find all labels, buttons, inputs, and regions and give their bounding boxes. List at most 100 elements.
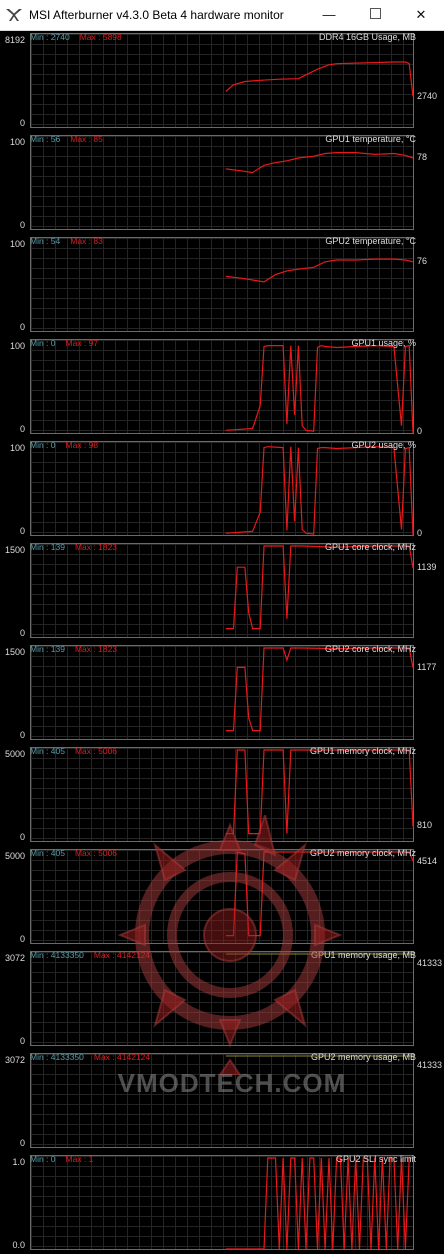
min-max-readout: Min : 0 Max : 97: [30, 338, 98, 348]
current-value: 4514: [417, 856, 438, 866]
min-value: Min : 2740: [30, 32, 70, 42]
min-value: Min : 405: [30, 746, 65, 756]
min-value: Min : 56: [30, 134, 61, 144]
min-value: Min : 405: [30, 848, 65, 858]
max-value: Max : 5006: [74, 746, 118, 756]
max-value: Max : 4142124: [93, 950, 151, 960]
graph-series: [225, 1157, 413, 1250]
min-value: Min : 4133350: [30, 950, 84, 960]
graph-series: [225, 152, 414, 174]
y-axis-min-label: 0: [19, 832, 25, 842]
y-axis-max-label: 1500: [4, 647, 25, 657]
min-value: Min : 139: [30, 542, 65, 552]
current-value: 2740: [417, 90, 438, 101]
monitor-graph-panel[interactable]: 3072 0 Min : 4133350 Max : 4142124 GPU1 m…: [0, 948, 444, 1050]
y-axis-max-label: 3072: [4, 953, 25, 963]
max-value: Max : 83: [70, 236, 103, 246]
graph-series: [225, 851, 414, 937]
current-value: 0: [417, 426, 423, 436]
series-line: [225, 446, 414, 536]
minimize-button[interactable]: —: [306, 0, 352, 30]
min-max-readout: Min : 405 Max : 5006: [30, 746, 117, 756]
min-max-readout: Min : 0 Max : 1: [30, 1154, 93, 1164]
min-max-readout: Min : 2740 Max : 5898: [30, 32, 122, 42]
close-button[interactable]: ✕: [398, 0, 444, 30]
y-axis-min-label: 0: [19, 220, 25, 230]
min-max-readout: Min : 54 Max : 83: [30, 236, 103, 246]
graph-title: GPU1 memory clock, MHz: [309, 746, 416, 756]
series-line: [225, 647, 414, 732]
monitor-graph-panel[interactable]: 5000 0 Min : 405 Max : 5006 GPU2 memory c…: [0, 846, 444, 948]
y-axis-max-label: 100: [9, 137, 25, 147]
monitor-graph-panel[interactable]: 3072 0 Min : 4133350 Max : 4142124 GPU2 m…: [0, 1050, 444, 1152]
graph-title: DDR4 16GB Usage, MB: [318, 32, 416, 42]
series-line: [225, 344, 414, 434]
graph-title: GPU1 core clock, MHz: [324, 542, 416, 552]
current-value: 76: [417, 255, 428, 266]
graph-series: [225, 647, 414, 732]
min-max-readout: Min : 4133350 Max : 4142124: [30, 1052, 150, 1062]
y-axis-max-label: 3072: [4, 1055, 25, 1065]
min-max-readout: Min : 0 Max : 98: [30, 440, 98, 450]
y-axis-min-label: 0: [19, 1036, 25, 1046]
y-axis-max-label: 1500: [4, 545, 25, 555]
graph-title: GPU2 core clock, MHz: [324, 644, 416, 654]
current-value: 41333: [417, 958, 443, 968]
y-axis-max-label: 100: [9, 239, 25, 249]
min-max-readout: Min : 4133350 Max : 4142124: [30, 950, 150, 960]
monitor-graph-panel[interactable]: 1500 0 Min : 139 Max : 1823 GPU2 core clo…: [0, 642, 444, 744]
monitor-graph-panel[interactable]: 8192 0 Min : 2740 Max : 5898 DDR4 16GB Us…: [0, 30, 444, 132]
min-value: Min : 4133350: [30, 1052, 84, 1062]
monitor-graph-panel[interactable]: 5000 0 Min : 405 Max : 5006 GPU1 memory c…: [0, 744, 444, 846]
monitor-graph-panel[interactable]: 100 0 Min : 56 Max : 85 GPU1 temperature,…: [0, 132, 444, 234]
y-axis-max-label: 100: [9, 443, 25, 453]
y-axis-min-label: 0: [19, 934, 25, 944]
y-axis-min-label: 0: [19, 118, 25, 128]
min-value: Min : 0: [30, 338, 56, 348]
y-axis-min-label: 0: [19, 730, 25, 740]
max-value: Max : 1: [65, 1154, 94, 1164]
graph-series: [225, 953, 413, 955]
y-axis-min-label: 0: [19, 424, 25, 434]
current-value: 1177: [417, 661, 437, 672]
maximize-icon: [369, 8, 381, 19]
monitor-graph-panel[interactable]: 100 0 Min : 0 Max : 98 GPU2 usage, % 0: [0, 438, 444, 540]
monitor-graph-panel[interactable]: 100 0 Min : 54 Max : 83 GPU2 temperature,…: [0, 234, 444, 336]
y-axis-max-label: 5000: [4, 749, 25, 759]
maximize-button[interactable]: [352, 0, 398, 30]
max-value: Max : 98: [65, 440, 99, 450]
max-value: Max : 1823: [74, 542, 118, 552]
current-value: 41333: [417, 1060, 443, 1070]
graph-title: GPU2 memory usage, MB: [310, 1052, 416, 1062]
afterburner-logo-icon: [6, 9, 22, 21]
min-value: Min : 54: [30, 236, 61, 246]
min-max-readout: Min : 139 Max : 1823: [30, 644, 117, 654]
monitor-graph-panel[interactable]: 1.0 0.0 Min : 0 Max : 1 GPU2 SLI sync lim…: [0, 1152, 444, 1254]
graph-series: [225, 545, 414, 630]
graph-series: [225, 446, 414, 536]
graph-series: [225, 749, 414, 835]
series-line: [225, 1157, 413, 1250]
current-value: 810: [417, 820, 433, 831]
current-value: 0: [417, 528, 423, 538]
min-max-readout: Min : 405 Max : 5006: [30, 848, 117, 858]
min-max-readout: Min : 139 Max : 1823: [30, 542, 117, 552]
series-line: [225, 61, 414, 97]
graph-title: GPU2 usage, %: [351, 440, 416, 450]
min-value: Min : 0: [30, 440, 56, 450]
monitor-graph-panel[interactable]: 1500 0 Min : 139 Max : 1823 GPU1 core clo…: [0, 540, 444, 642]
graph-series: [225, 344, 414, 434]
max-value: Max : 97: [65, 338, 99, 348]
graph-title: GPU1 memory usage, MB: [310, 950, 416, 960]
series-line: [225, 749, 414, 835]
window-title: MSI Afterburner v4.3.0 Beta 4 hardware m…: [29, 8, 284, 22]
min-value: Min : 139: [30, 644, 65, 654]
y-axis-min-label: 0: [19, 322, 25, 332]
y-axis-min-label: 0: [19, 1138, 25, 1148]
monitor-graph-panel[interactable]: 100 0 Min : 0 Max : 97 GPU1 usage, % 0: [0, 336, 444, 438]
title-bar: MSI Afterburner v4.3.0 Beta 4 hardware m…: [0, 0, 444, 31]
min-value: Min : 0: [30, 1154, 56, 1164]
graph-title: GPU1 temperature, °C: [325, 134, 416, 144]
graph-series: [225, 1055, 413, 1057]
y-axis-min-label: 0: [19, 628, 25, 638]
